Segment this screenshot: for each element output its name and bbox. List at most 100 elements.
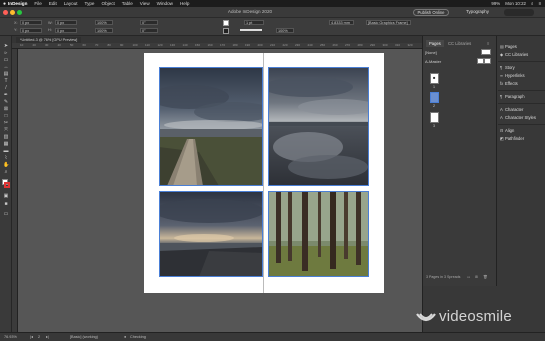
panel-character[interactable]: A Character [500,106,523,113]
menu-object[interactable]: Object [102,0,115,7]
panel-pathfinder[interactable]: ◩Pathfinder [500,135,524,142]
menu-layout[interactable]: Layout [64,0,78,7]
page-3-thumb[interactable] [430,112,439,123]
graphics-frame-selection[interactable] [159,67,263,186]
preflight-status[interactable]: Checking [130,333,146,341]
page-number-field[interactable]: 2 [38,333,40,341]
y-position-field[interactable]: 0 px [20,28,42,33]
panel-pages[interactable]: ▤Pages [500,43,517,50]
minimize-window-icon[interactable] [10,10,15,15]
formatting-affects-icon[interactable]: ▣ [3,194,9,199]
panel-cc-libraries[interactable]: ◆ CC Libraries [500,51,528,58]
menu-type[interactable]: Type [85,0,95,7]
panel-character-styles[interactable]: A Character Styles [500,114,536,121]
zoom-window-icon[interactable] [17,10,22,15]
fitting-offset-field[interactable]: 4.8333 mm [329,20,354,25]
graphics-frame-selection[interactable] [268,191,369,277]
ruler-tick-label: 190 [245,43,251,47]
graphics-frame-selection[interactable] [268,67,369,186]
stroke-color-icon[interactable] [4,182,10,188]
document-spread[interactable] [144,53,384,293]
gradient-tool-icon[interactable]: ▥ [3,135,9,140]
menubar-status: 99% Mon 10:22 ⌕ ≡ [491,0,541,7]
panel-hyperlinks[interactable]: ∞ Hyperlinks [500,72,525,79]
object-style-dropdown[interactable]: [Basic Graphics Frame] [366,20,411,25]
height-field[interactable]: 0 px [55,28,77,33]
width-field[interactable]: 0 px [55,20,77,25]
zoom-level[interactable]: 76.93% [4,333,17,341]
battery-level[interactable]: 99% [491,1,500,6]
eyedropper-tool-icon[interactable]: ⌇ [3,156,9,161]
panel-menu-icon[interactable]: ≡ [487,41,489,46]
panel-align[interactable]: ⊟Align [500,127,514,134]
master-a-right-thumb[interactable] [484,58,491,64]
x-position-field[interactable]: 0 px [20,20,42,25]
panel-effects[interactable]: fx Effects [500,80,518,87]
apply-color-icon[interactable]: ■ [3,202,9,207]
master-style-label[interactable]: [Basic] (working) [70,333,98,341]
pen-tool-icon[interactable]: ✒ [3,93,9,98]
page-number-2: 2 [433,104,435,108]
menu-edit[interactable]: Edit [49,0,57,7]
gradient-feather-icon[interactable]: ▦ [3,142,9,147]
direct-selection-tool-icon[interactable]: ▹ [3,51,9,56]
tab-pages[interactable]: Pages [426,40,444,47]
free-transform-tool-icon[interactable]: ⤧ [3,128,9,133]
content-collector-icon[interactable]: ▤ [3,72,9,77]
scale-y-field[interactable]: 100% [95,28,113,33]
search-field[interactable] [504,9,534,16]
edit-page-size-icon[interactable]: ▭ [467,273,470,281]
ruler-tick-label: 170 [220,43,226,47]
fill-swatch[interactable] [223,20,229,26]
selection-tool-icon[interactable]: ➤ [3,44,9,49]
type-tool-icon[interactable]: T [3,79,9,84]
zoom-tool-icon[interactable]: ⌕ [3,170,9,175]
page-2-thumb-selected[interactable] [430,92,439,103]
mac-menubar: ● InDesign File Edit Layout Type Object … [0,0,545,7]
workspace-switcher[interactable]: Typography [466,9,489,14]
graphics-frame-selection[interactable] [159,191,263,277]
master-none-thumb[interactable] [481,49,491,55]
menu-list-icon[interactable]: ≡ [538,1,541,6]
delete-page-icon[interactable]: 🗑 [483,273,488,281]
first-page-icon[interactable]: |◂ [30,333,33,341]
line-tool-icon[interactable]: / [3,86,9,91]
publish-online-button[interactable]: Publish Online [413,9,449,16]
stroke-weight-field[interactable]: 1 pt [244,20,264,25]
note-tool-icon[interactable]: ▬ [3,149,9,154]
preflight-status-icon[interactable]: ● [124,333,126,341]
menu-window[interactable]: Window [157,0,173,7]
scissors-tool-icon[interactable]: ✂ [3,121,9,126]
scale-x-field[interactable]: 100% [95,20,113,25]
next-page-icon[interactable]: ▸| [46,333,49,341]
clock[interactable]: Mon 10:22 [505,1,526,6]
master-none[interactable]: [None] [425,50,437,55]
menu-table[interactable]: Table [122,0,133,7]
menu-help[interactable]: Help [180,0,189,7]
screen-mode-icon[interactable]: ▭ [3,212,9,217]
stroke-type-preview[interactable] [240,29,262,31]
master-a[interactable]: A-Master [425,59,441,64]
panel-label: Character Styles [505,115,536,120]
menu-view[interactable]: View [140,0,150,7]
rectangle-tool-icon[interactable]: □ [3,114,9,119]
panel-paragraph[interactable]: ¶ Paragraph [500,93,525,100]
menu-app-name[interactable]: InDesign [8,0,27,7]
close-window-icon[interactable] [3,10,8,15]
ruler-tick-label: 180 [232,43,238,47]
gap-tool-icon[interactable]: ↔ [3,65,9,70]
hand-tool-icon[interactable]: ✋ [3,163,9,168]
rotate-field[interactable]: 0° [140,20,158,25]
master-a-left-thumb[interactable] [477,58,484,64]
pencil-tool-icon[interactable]: ✎ [3,100,9,105]
shear-field[interactable]: 0° [140,28,158,33]
new-page-icon[interactable]: ⊞ [475,273,478,281]
menu-file[interactable]: File [34,0,41,7]
opacity-field[interactable]: 100% [276,28,294,33]
panel-story[interactable]: ¶ Story [500,64,515,71]
spotlight-icon[interactable]: ⌕ [531,1,533,6]
stroke-swatch[interactable] [223,28,229,34]
page-tool-icon[interactable]: ▭ [3,58,9,63]
rectangle-frame-tool-icon[interactable]: ⊠ [3,107,9,112]
tab-cc-libraries[interactable]: CC Libraries [445,40,474,47]
